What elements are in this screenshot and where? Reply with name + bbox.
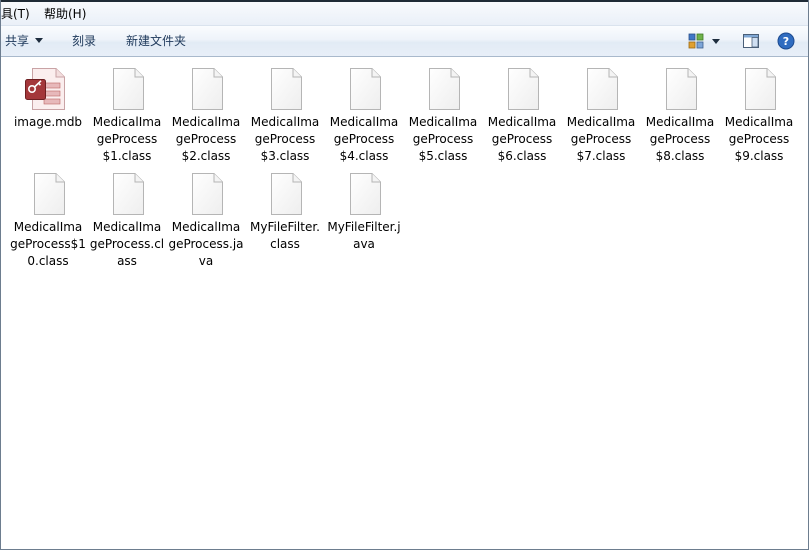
file-name-label: MedicalImageProcess$3.class: [250, 115, 320, 163]
file-item[interactable]: MedicalImageProcess$8.class: [642, 57, 718, 163]
file-item[interactable]: MedicalImageProcess$5.class: [405, 57, 481, 163]
file-item[interactable]: MedicalImageProcess$7.class: [563, 57, 639, 163]
svg-text:?: ?: [783, 35, 789, 48]
burn-button[interactable]: 刻录: [72, 32, 96, 50]
file-item[interactable]: MyFileFilter.java: [326, 162, 402, 262]
file-name-label: MedicalImageProcess$1.class: [92, 115, 162, 163]
menu-help[interactable]: 帮助(H): [44, 5, 86, 23]
blank-file-icon: [111, 67, 145, 111]
file-item[interactable]: MedicalImageProcess.class: [89, 162, 165, 268]
command-bar: 共享 刻录 新建文件夹 ?: [1, 26, 808, 57]
blank-file-icon: [664, 67, 698, 111]
new-folder-button[interactable]: 新建文件夹: [126, 32, 186, 50]
file-name-label: MedicalImageProcess$5.class: [408, 115, 478, 163]
file-item[interactable]: MedicalImageProcess$4.class: [326, 57, 402, 163]
access-database-icon: [24, 67, 68, 111]
blank-file-icon: [32, 172, 66, 216]
file-name-label: MedicalImageProcess$8.class: [645, 115, 715, 163]
blank-file-icon: [269, 67, 303, 111]
blank-file-icon: [190, 172, 224, 216]
share-button[interactable]: 共享: [5, 32, 44, 50]
file-item[interactable]: MedicalImageProcess$6.class: [484, 57, 560, 163]
file-name-label: MedicalImageProcess.class: [89, 220, 165, 268]
help-icon[interactable]: ?: [777, 32, 795, 50]
blank-file-icon: [427, 67, 461, 111]
share-label: 共享: [5, 34, 30, 48]
view-dropdown-chevron-icon[interactable]: [710, 32, 722, 50]
burn-label: 刻录: [72, 34, 97, 48]
new-folder-label: 新建文件夹: [126, 34, 187, 48]
file-item[interactable]: MyFileFilter.class: [247, 162, 323, 262]
file-item[interactable]: MedicalImageProcess$10.class: [10, 162, 86, 268]
blank-file-icon: [190, 67, 224, 111]
chevron-down-icon: [35, 38, 44, 43]
file-list-view: image.mdb MedicalImageProcess$1.class Medi…: [1, 57, 808, 549]
file-name-label: MedicalImageProcess$2.class: [171, 115, 241, 163]
file-item[interactable]: MedicalImageProcess$2.class: [168, 57, 244, 163]
blank-file-icon: [348, 172, 382, 216]
menu-bar: 具(T) 帮助(H): [1, 0, 808, 26]
blank-file-icon: [111, 172, 145, 216]
file-name-label: MedicalImageProcess$7.class: [566, 115, 636, 163]
menu-tools[interactable]: 具(T): [1, 5, 30, 23]
blank-file-icon: [585, 67, 619, 111]
blank-file-icon: [348, 67, 382, 111]
file-name-label: MedicalImageProcess.java: [168, 220, 244, 268]
file-item[interactable]: MedicalImageProcess$9.class: [721, 57, 797, 163]
explorer-window: 具(T) 帮助(H) 共享 刻录 新建文件夹 ? image.mdb Medic…: [0, 0, 809, 550]
file-item[interactable]: MedicalImageProcess$1.class: [89, 57, 165, 163]
file-name-label: MedicalImageProcess$9.class: [724, 115, 794, 163]
view-options-icon[interactable]: [688, 32, 706, 50]
file-name-label: MedicalImageProcess$4.class: [329, 115, 399, 163]
file-name-label: MedicalImageProcess$6.class: [487, 115, 557, 163]
blank-file-icon: [743, 67, 777, 111]
file-name-label: MyFileFilter.java: [327, 220, 401, 251]
file-name-label: MedicalImageProcess$10.class: [10, 220, 86, 268]
preview-pane-icon[interactable]: [742, 32, 760, 50]
file-name-label: MyFileFilter.class: [250, 220, 320, 251]
file-item[interactable]: MedicalImageProcess.java: [168, 162, 244, 268]
file-item[interactable]: image.mdb: [10, 57, 86, 157]
blank-file-icon: [269, 172, 303, 216]
blank-file-icon: [506, 67, 540, 111]
file-item[interactable]: MedicalImageProcess$3.class: [247, 57, 323, 163]
file-name-label: image.mdb: [13, 115, 83, 129]
